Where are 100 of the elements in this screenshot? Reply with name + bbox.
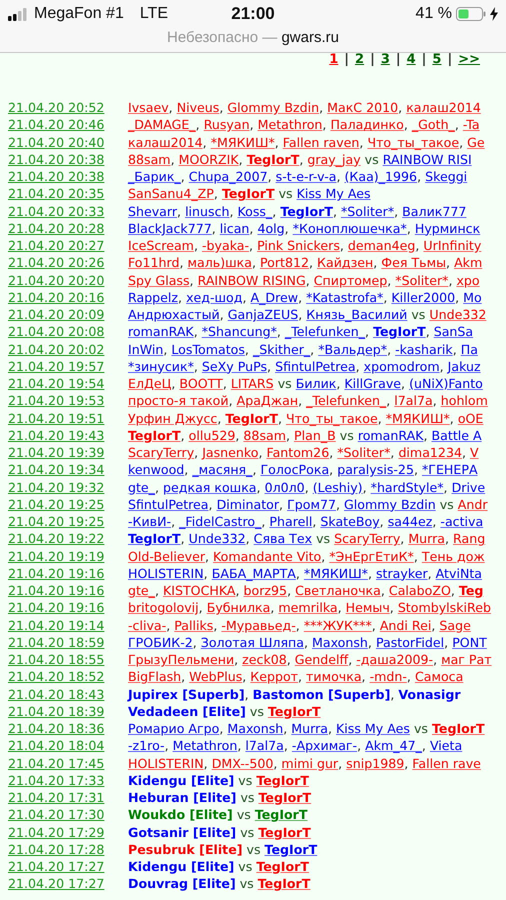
player-link[interactable]: -Ta [462, 117, 480, 132]
player-link[interactable]: TegIorT [280, 204, 333, 218]
player-link[interactable]: хед-шод [186, 290, 242, 305]
player-link[interactable]: l7al7a [394, 393, 433, 408]
battle-date-link[interactable]: 21.04.20 18:52 [8, 668, 104, 686]
player-link[interactable]: ГРОБИК-2 [128, 634, 193, 650]
player-link[interactable]: Валик777 [402, 204, 466, 218]
player-link[interactable]: Vieta [430, 738, 462, 754]
player-link[interactable]: *Коноплюшечка* [292, 220, 407, 236]
battle-date-link[interactable]: 21.04.20 17:28 [8, 840, 104, 858]
battle-date-link[interactable]: 21.04.20 18:59 [8, 634, 104, 651]
player-link[interactable]: TegIorT [256, 772, 309, 788]
player-link[interactable]: TegIorT [258, 824, 311, 840]
player-link[interactable]: romanRAK [358, 428, 424, 443]
player-link[interactable]: Kiss My Aes [336, 721, 410, 736]
player-link[interactable]: gte_ [128, 480, 155, 494]
player-link[interactable]: Ge [467, 134, 485, 150]
battle-date-link[interactable]: 21.04.20 19:51 [8, 410, 104, 427]
player-link[interactable]: маг Рат [441, 652, 492, 667]
player-link[interactable]: 88sam [243, 428, 286, 443]
player-link[interactable]: Rappelz [128, 290, 178, 305]
player-link[interactable]: Komandante Vito [213, 548, 322, 564]
player-link[interactable]: -kasharik [395, 342, 453, 356]
player-link[interactable]: AtviNta [436, 566, 482, 581]
player-link[interactable]: BigFlash [128, 669, 182, 684]
player-link[interactable]: MOORZIK [178, 152, 239, 167]
player-link[interactable]: s-t-e-r-v-a [276, 169, 336, 184]
player-link[interactable]: Самоса [414, 669, 464, 684]
player-link[interactable]: dima1234 [398, 445, 462, 460]
player-link[interactable]: *Shancung* [202, 324, 277, 340]
battle-date-link[interactable]: 21.04.20 20:40 [8, 134, 104, 151]
player-link[interactable]: _масяня_ [192, 462, 252, 478]
player-link[interactable]: Maxonsh [227, 721, 284, 736]
player-link[interactable]: Unde332 [188, 531, 246, 546]
player-link[interactable]: -byaka- [202, 238, 250, 253]
player-link[interactable]: Андрюхастый [128, 307, 220, 322]
player-link[interactable]: Akm [454, 255, 482, 270]
player-link[interactable]: PastorFidel [376, 634, 444, 650]
player-link[interactable]: BOOTT [179, 376, 223, 391]
player-link[interactable]: deman4eg [348, 238, 416, 253]
player-link[interactable]: zeck08 [242, 652, 287, 667]
player-link[interactable]: *Soliter* [395, 272, 448, 288]
player-link[interactable]: Что_ты_такое [367, 134, 460, 150]
player-link[interactable]: PONT [452, 634, 487, 650]
player-link[interactable]: Andi Rei [380, 618, 432, 632]
battle-date-link[interactable]: 21.04.20 19:43 [8, 426, 104, 444]
player-link[interactable]: *hardStyle* [370, 480, 444, 494]
battle-date-link[interactable]: 21.04.20 19:25 [8, 513, 104, 530]
player-link[interactable]: Jakuz [448, 358, 481, 374]
player-link[interactable]: Glommy Bzdin [227, 100, 320, 115]
player-link[interactable]: Тень дож [422, 548, 485, 564]
player-link[interactable]: Ivsaev [128, 100, 169, 115]
battle-date-link[interactable]: 21.04.20 20:27 [8, 237, 104, 254]
player-link[interactable]: InWin [128, 342, 164, 356]
player-link[interactable]: Niveus [176, 100, 220, 115]
player-link[interactable]: АраДжан [236, 393, 298, 408]
player-link[interactable]: Old-Believer [128, 548, 206, 564]
player-link[interactable]: TegIorT [258, 876, 310, 892]
address-host[interactable]: gwars.ru [281, 29, 339, 46]
battle-date-link[interactable]: 21.04.20 19:54 [8, 375, 104, 392]
player-link[interactable]: mimi gur [281, 756, 338, 770]
battle-date-link[interactable]: 21.04.20 19:32 [8, 478, 104, 496]
player-link[interactable]: *МЯКИШ* [304, 566, 368, 581]
player-link[interactable]: Drive [452, 480, 486, 494]
player-link[interactable]: xpomodrom [364, 358, 440, 374]
battle-date-link[interactable]: 21.04.20 19:22 [8, 530, 104, 548]
player-link[interactable]: Sage [439, 618, 471, 632]
player-link[interactable]: МакС 2010 [327, 100, 398, 115]
battle-date-link[interactable]: 21.04.20 20:08 [8, 323, 104, 340]
battle-date-link[interactable]: 21.04.20 19:34 [8, 461, 104, 478]
player-link[interactable]: RAINBOW RISING [198, 272, 306, 288]
player-link[interactable]: маль)шка [188, 255, 252, 270]
player-link[interactable]: A_Drew [250, 290, 298, 305]
player-link[interactable]: linusch [185, 204, 230, 218]
player-link[interactable]: sa44ez [388, 514, 432, 529]
player-link[interactable]: _Goth_ [412, 117, 455, 132]
player-link[interactable]: CalaboZO [388, 583, 451, 598]
player-link[interactable]: Battle A [432, 428, 482, 443]
player-link[interactable]: Jasnenko [202, 445, 258, 460]
battle-date-link[interactable]: 21.04.20 20:09 [8, 306, 104, 324]
player-link[interactable]: Князь_Василий [306, 307, 408, 322]
player-link[interactable]: lican [220, 220, 250, 236]
player-link[interactable]: Fo11hrd [128, 255, 180, 270]
player-link[interactable]: TegIorT [373, 324, 426, 340]
player-link[interactable]: *Soliter* [340, 204, 394, 218]
battle-date-link[interactable]: 21.04.20 20:52 [8, 99, 104, 116]
player-link[interactable]: -cliva- [128, 618, 166, 632]
player-link[interactable]: Andr [458, 496, 488, 512]
player-link[interactable]: KillGrave [344, 376, 402, 391]
player-link[interactable]: (uNiX)Fanto [409, 376, 483, 391]
player-link[interactable]: калаш2014 [128, 134, 203, 150]
player-link[interactable]: UrInfinity [423, 238, 482, 253]
player-link[interactable]: редкая кошка [163, 480, 257, 494]
player-link[interactable]: тимочка [306, 669, 362, 684]
battle-date-link[interactable]: 21.04.20 18:04 [8, 737, 104, 754]
player-link[interactable]: _Telefunken_ [284, 324, 366, 340]
player-link[interactable]: _Барик_ [128, 169, 181, 184]
player-link[interactable]: HOLISTERIN [128, 756, 204, 770]
battle-date-link[interactable]: 21.04.20 18:43 [8, 686, 104, 703]
player-link[interactable]: Fallen rave [412, 756, 481, 770]
